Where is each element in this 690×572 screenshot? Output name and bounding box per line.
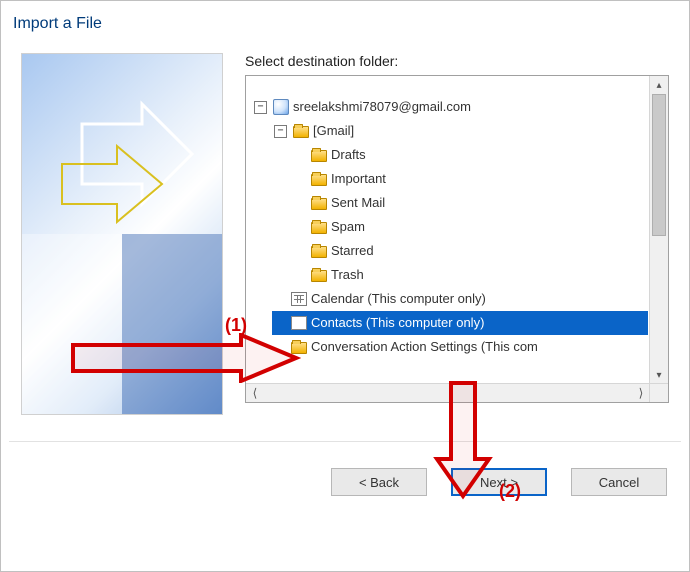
- destination-pane: Select destination folder: − sreelakshmi…: [245, 53, 669, 415]
- contacts-label: Contacts (This computer only): [311, 311, 484, 335]
- folder-icon: [311, 270, 327, 282]
- tree-gmail-row[interactable]: − [Gmail]: [272, 119, 648, 143]
- tree-folder-starred[interactable]: Starred: [292, 239, 648, 263]
- scroll-corner: [649, 383, 668, 402]
- collapse-icon[interactable]: −: [274, 125, 287, 138]
- tree-calendar-row[interactable]: Calendar (This computer only): [272, 287, 648, 311]
- folder-tree[interactable]: − sreelakshmi78079@gmail.com − [Gmail]: [245, 75, 669, 403]
- tree-folder-drafts[interactable]: Drafts: [292, 143, 648, 167]
- folder-label: Drafts: [331, 143, 366, 167]
- calendar-label: Calendar (This computer only): [311, 287, 486, 311]
- account-icon: [273, 99, 289, 115]
- scroll-left-icon[interactable]: ⟨: [246, 386, 264, 400]
- back-button[interactable]: < Back: [331, 468, 427, 496]
- import-file-dialog: Import a File Select destination folder:…: [0, 0, 690, 572]
- next-button[interactable]: Next >: [451, 468, 547, 496]
- collapse-icon[interactable]: −: [254, 101, 267, 114]
- folder-icon: [311, 174, 327, 186]
- scroll-down-icon[interactable]: ▾: [650, 366, 668, 384]
- folder-label: Sent Mail: [331, 191, 385, 215]
- tree-folder-trash[interactable]: Trash: [292, 263, 648, 287]
- folder-icon: [311, 198, 327, 210]
- vertical-scrollbar[interactable]: ▴ ▾: [649, 76, 668, 384]
- folder-icon: [291, 342, 307, 354]
- tree-contacts-row[interactable]: Contacts (This computer only): [272, 311, 648, 335]
- horizontal-scrollbar[interactable]: ⟨ ⟩: [246, 383, 650, 402]
- contacts-icon: [291, 316, 307, 330]
- calendar-icon: [291, 292, 307, 306]
- scroll-thumb[interactable]: [652, 94, 666, 236]
- scroll-up-icon[interactable]: ▴: [650, 76, 668, 94]
- scroll-right-icon[interactable]: ⟩: [632, 386, 650, 400]
- folder-label: Starred: [331, 239, 374, 263]
- folder-icon: [311, 246, 327, 258]
- destination-label: Select destination folder:: [245, 53, 669, 69]
- folder-icon: [311, 150, 327, 162]
- tree-folder-sentmail[interactable]: Sent Mail: [292, 191, 648, 215]
- folder-icon: [293, 126, 309, 138]
- folder-icon: [311, 222, 327, 234]
- button-row: < Back Next > Cancel: [1, 442, 689, 496]
- gmail-label: [Gmail]: [313, 119, 354, 143]
- tree-folder-spam[interactable]: Spam: [292, 215, 648, 239]
- folder-label: Important: [331, 167, 386, 191]
- dialog-body: Select destination folder: − sreelakshmi…: [1, 33, 689, 415]
- tree-conversation-row[interactable]: Conversation Action Settings (This com: [272, 335, 648, 359]
- tree-folder-important[interactable]: Important: [292, 167, 648, 191]
- wizard-graphic: [21, 53, 223, 415]
- folder-label: Spam: [331, 215, 365, 239]
- tree-account-row[interactable]: − sreelakshmi78079@gmail.com: [252, 95, 648, 119]
- cancel-button[interactable]: Cancel: [571, 468, 667, 496]
- dialog-title: Import a File: [1, 1, 689, 33]
- folder-label: Trash: [331, 263, 364, 287]
- conversation-label: Conversation Action Settings (This com: [311, 335, 538, 359]
- account-label: sreelakshmi78079@gmail.com: [293, 95, 471, 119]
